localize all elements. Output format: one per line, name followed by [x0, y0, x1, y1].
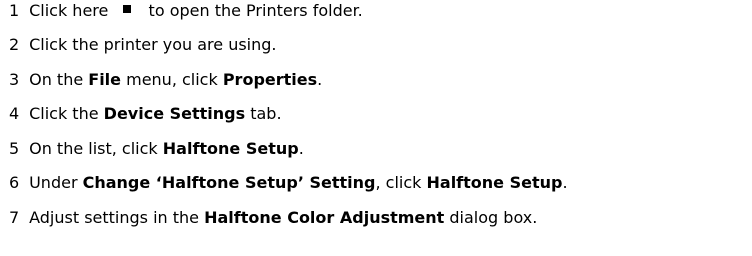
step-2: 2 Click the printer you are using. [9, 34, 277, 56]
step-text: . [562, 173, 568, 192]
step-text: On the [29, 70, 89, 89]
step-number: 5 [9, 139, 20, 158]
file-menu-term: File [88, 70, 122, 89]
halftone-setup-term: Halftone Setup [162, 139, 299, 158]
step-1: 1 Click here to open the Printers folder… [9, 0, 363, 22]
step-text: . [317, 70, 323, 89]
step-number: 6 [9, 173, 20, 192]
step-text: Click here [29, 1, 109, 20]
step-3: 3 On the File menu, click Properties. [9, 69, 322, 91]
step-text: , click [375, 173, 427, 192]
step-text: On the list, click [29, 139, 163, 158]
step-number: 1 [9, 1, 20, 20]
halftone-color-adjustment-term: Halftone Color Adjustment [204, 208, 445, 227]
halftone-setup-term: Halftone Setup [426, 173, 563, 192]
step-text: Under [29, 173, 83, 192]
step-number: 3 [9, 70, 20, 89]
step-6: 6 Under Change ‘Halftone Setup’ Setting,… [9, 172, 568, 194]
step-text: . [298, 139, 304, 158]
device-settings-term: Device Settings [103, 104, 246, 123]
properties-term: Properties [222, 70, 318, 89]
printers-folder-shortcut-icon[interactable] [123, 5, 132, 13]
procedure-steps: 1 Click here to open the Printers folder… [0, 0, 752, 256]
step-5: 5 On the list, click Halftone Setup. [9, 138, 304, 160]
step-text: tab. [245, 104, 282, 123]
step-text: menu, click [121, 70, 223, 89]
step-text: Click the printer you are using. [29, 35, 277, 54]
step-text: Click the [29, 104, 104, 123]
step-number: 7 [9, 208, 20, 227]
change-setting-term: Change ‘Halftone Setup’ Setting [82, 173, 376, 192]
step-number: 2 [9, 35, 20, 54]
step-text: to open the Printers folder. [148, 1, 363, 20]
step-text: Adjust settings in the [29, 208, 205, 227]
step-number: 4 [9, 104, 20, 123]
step-4: 4 Click the Device Settings tab. [9, 103, 282, 125]
step-text: dialog box. [444, 208, 538, 227]
step-7: 7 Adjust settings in the Halftone Color … [9, 207, 537, 229]
